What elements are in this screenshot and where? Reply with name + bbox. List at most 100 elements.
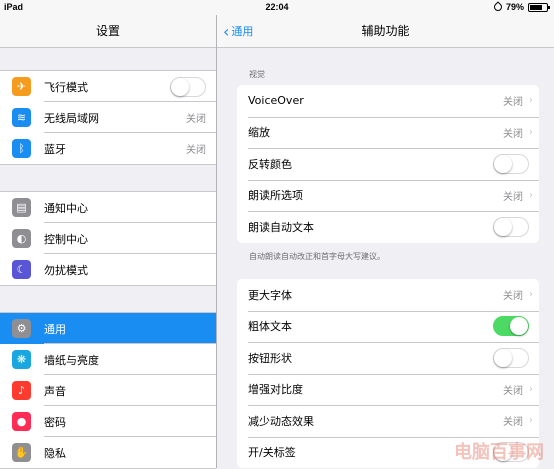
setting-label: 更大字体 bbox=[248, 288, 292, 302]
section-header: 视觉 bbox=[249, 70, 265, 79]
sidebar-item-label: 飞行模式 bbox=[44, 80, 88, 94]
status-time: 22:04 bbox=[265, 2, 289, 12]
sidebar-item-value: 关闭 bbox=[186, 114, 206, 125]
privacy-hand-icon: ✋ bbox=[12, 443, 31, 462]
bluetooth-icon: ᛒ bbox=[12, 139, 31, 158]
sidebar-item[interactable]: ᛒ 蓝牙 关闭 bbox=[0, 132, 216, 164]
setting-toggle[interactable] bbox=[493, 153, 529, 174]
sidebar-item[interactable]: ◐ 控制中心 bbox=[0, 222, 216, 254]
page-title: 辅助功能 bbox=[361, 24, 410, 38]
sidebar-group: ⚙ 通用 ❋ 墙纸与亮度 ♪ 声音 ● 密码 ✋ 隐私 bbox=[0, 312, 216, 469]
watermark: 电脑百事网 bbox=[454, 442, 544, 463]
setting-label: 反转颜色 bbox=[248, 157, 292, 171]
setting-value: 关闭 bbox=[503, 128, 523, 140]
setting-value: 关闭 bbox=[503, 291, 523, 303]
chevron-right-icon: › bbox=[529, 383, 533, 395]
toggle-knob bbox=[494, 348, 512, 367]
chevron-right-icon: › bbox=[529, 189, 533, 201]
section-footer: 自动朗读自动改正和首字母大写建议。 bbox=[249, 252, 385, 261]
sidebar-item-label: 密码 bbox=[44, 415, 66, 429]
settings-row[interactable]: 反转颜色 bbox=[237, 148, 539, 180]
do-not-disturb-icon: ☾ bbox=[12, 260, 31, 279]
battery-icon bbox=[528, 2, 550, 12]
sidebar-title: 设置 bbox=[0, 15, 216, 48]
wifi-icon: ≋ bbox=[12, 108, 31, 127]
sidebar-group: ✈ 飞行模式 ≋ 无线局域网 关闭 ᛒ 蓝牙 关闭 bbox=[0, 70, 216, 165]
settings-row[interactable]: VoiceOver 关闭 › bbox=[237, 85, 539, 117]
chevron-right-icon: › bbox=[529, 415, 533, 427]
airplane-icon: ✈ bbox=[12, 77, 31, 96]
setting-value: 关闭 bbox=[503, 417, 523, 429]
sidebar-item-label: 通知中心 bbox=[44, 201, 88, 215]
row-separator bbox=[248, 373, 539, 375]
settings-row[interactable]: 朗读所选项 关闭 › bbox=[237, 179, 539, 212]
sidebar-item[interactable]: ● 密码 bbox=[0, 405, 216, 437]
status-bar: iPad 22:04 79% bbox=[0, 0, 554, 15]
settings-row[interactable]: 更大字体 关闭 › bbox=[237, 279, 539, 311]
control-center-icon: ◐ bbox=[12, 229, 31, 248]
setting-label: 按钮形状 bbox=[248, 351, 292, 365]
airplane-mode-toggle[interactable] bbox=[170, 76, 206, 97]
setting-label: 增强对比度 bbox=[248, 383, 303, 397]
sidebar-item-label: 声音 bbox=[44, 384, 66, 398]
setting-label: 粗体文本 bbox=[248, 320, 292, 334]
row-separator bbox=[248, 342, 539, 343]
chevron-right-icon: › bbox=[529, 126, 533, 138]
setting-toggle[interactable] bbox=[493, 216, 529, 237]
sidebar-item-label: 控制中心 bbox=[44, 232, 88, 246]
row-separator bbox=[248, 179, 539, 181]
sidebar-item-label: 隐私 bbox=[44, 446, 66, 460]
notification-center-icon: ▤ bbox=[12, 198, 31, 217]
settings-row[interactable]: 缩放 关闭 › bbox=[237, 116, 539, 149]
row-separator bbox=[248, 310, 539, 312]
wallpaper-brightness-icon: ❋ bbox=[12, 350, 31, 369]
settings-row[interactable]: 朗读自动文本 bbox=[237, 211, 539, 243]
general-gear-icon: ⚙ bbox=[12, 319, 31, 338]
back-button[interactable]: ‹ 通用 bbox=[223, 15, 253, 47]
settings-group: VoiceOver 关闭 › 缩放 关闭 › 反转颜色 朗读所选项 关闭 › 朗读自动文本 bbox=[237, 85, 539, 243]
toggle-knob bbox=[494, 217, 512, 236]
sidebar-item[interactable]: ✋ 隐私 bbox=[0, 436, 216, 468]
row-separator bbox=[44, 436, 216, 437]
settings-row[interactable]: 增强对比度 关闭 › bbox=[237, 373, 539, 406]
sidebar-item[interactable]: ✈ 飞行模式 bbox=[0, 71, 216, 102]
sidebar-item[interactable]: ▤ 通知中心 bbox=[0, 192, 216, 223]
row-separator bbox=[44, 374, 216, 375]
settings-row[interactable]: 按钮形状 bbox=[237, 342, 539, 374]
toggle-knob bbox=[171, 77, 189, 96]
row-separator bbox=[44, 222, 216, 223]
row-separator bbox=[248, 211, 539, 212]
status-right: 79% bbox=[492, 1, 550, 13]
setting-label: 减少动态效果 bbox=[248, 414, 314, 428]
chevron-right-icon: › bbox=[529, 289, 533, 301]
sidebar-item-label: 勿扰模式 bbox=[44, 263, 88, 277]
setting-label: 缩放 bbox=[248, 126, 270, 140]
location-icon bbox=[492, 1, 504, 13]
setting-label: VoiceOver bbox=[248, 94, 304, 108]
row-separator bbox=[44, 132, 216, 133]
battery-fill bbox=[530, 4, 542, 10]
accessibility-pane: ‹ 通用 辅助功能 视觉 VoiceOver 关闭 › 缩放 关闭 › 反转颜色 朗读所选项 关闭… bbox=[217, 15, 554, 468]
battery-percent: 79% bbox=[505, 2, 524, 12]
settings-row[interactable]: 粗体文本 bbox=[237, 310, 539, 343]
setting-toggle[interactable] bbox=[493, 316, 529, 337]
sidebar-group: ▤ 通知中心 ◐ 控制中心 ☾ 勿扰模式 bbox=[0, 191, 216, 286]
row-separator bbox=[248, 148, 539, 149]
setting-value: 关闭 bbox=[503, 97, 523, 109]
sidebar-item[interactable]: ♪ 声音 bbox=[0, 374, 216, 406]
setting-label: 朗读所选项 bbox=[248, 189, 303, 203]
sidebar-item-label: 无线局域网 bbox=[44, 111, 99, 125]
row-separator bbox=[248, 116, 539, 118]
back-chevron-icon: ‹ bbox=[223, 21, 230, 41]
setting-toggle[interactable] bbox=[493, 347, 529, 368]
sidebar-item[interactable]: ☾ 勿扰模式 bbox=[0, 253, 216, 285]
passcode-lock-icon: ● bbox=[12, 412, 31, 431]
setting-label: 朗读自动文本 bbox=[248, 220, 314, 234]
row-separator bbox=[44, 101, 216, 102]
sidebar-item[interactable]: ≋ 无线局域网 关闭 bbox=[0, 101, 216, 133]
sounds-icon: ♪ bbox=[12, 381, 31, 400]
sidebar-item[interactable]: ⚙ 通用 bbox=[0, 313, 216, 344]
settings-sidebar: 设置 ✈ 飞行模式 ≋ 无线局域网 关闭 ᛒ 蓝牙 关闭 ▤ 通知中心 ◐ 控制中心 ☾ 勿扰模式 ⚙ 通用 ❋… bbox=[0, 15, 216, 469]
sidebar-item[interactable]: ❋ 墙纸与亮度 bbox=[0, 343, 216, 375]
settings-row[interactable]: 减少动态效果 关闭 › bbox=[237, 405, 539, 437]
